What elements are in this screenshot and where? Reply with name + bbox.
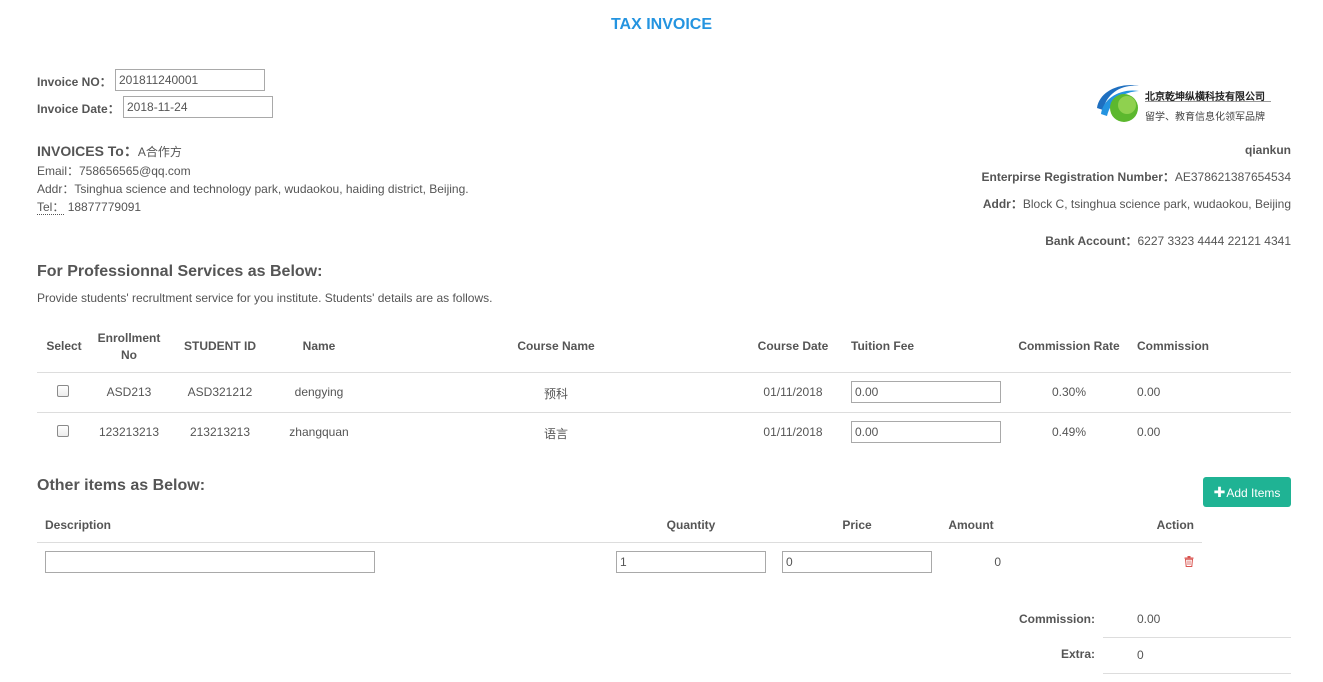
invoice-no-label: Invoice NO：: [37, 75, 112, 89]
row-commission: 0.00: [1137, 425, 1161, 439]
tuition-fee-input[interactable]: [851, 421, 1001, 443]
col-enrollment-line1: Enrollment: [97, 331, 161, 345]
col-enrollment-line2: No: [121, 348, 137, 362]
company-address: Addr：Block C, tsinghua science park, wud…: [983, 195, 1291, 212]
col-commission-rate: Commission Rate: [1018, 339, 1120, 353]
col-student-id: STUDENT ID: [184, 339, 256, 353]
row-commission: 0.00: [1137, 385, 1161, 399]
add-items-label: Add Items: [1226, 486, 1281, 500]
trash-icon[interactable]: [1184, 556, 1194, 567]
row-select-checkbox[interactable]: [57, 425, 69, 437]
row-student-id: 213213213: [189, 425, 251, 439]
col-select: Select: [46, 339, 82, 353]
registration-value: AE378621387654534: [1174, 170, 1291, 184]
invoices-to: INVOICES To：A合作方: [37, 141, 182, 161]
add-items-button[interactable]: ✚Add Items: [1203, 477, 1291, 507]
col-enrollment: Enrollment No: [91, 331, 167, 362]
col-course-date: Course Date: [757, 339, 829, 353]
row-course-name: 预科: [543, 387, 568, 401]
col-quantity: Quantity: [666, 518, 716, 532]
other-items-heading: Other items as Below:: [37, 477, 206, 494]
logo-slogan: 留学、教育信息化领军品牌: [1145, 112, 1265, 123]
bank-account: Bank Account：6227 3323 4444 22121 4341: [1045, 232, 1291, 249]
tuition-fee-input[interactable]: [851, 381, 1001, 403]
row-commission-rate: 0.49%: [1051, 425, 1087, 439]
company-addr-value: Block C, tsinghua science park, wudaokou…: [1022, 197, 1291, 211]
company-logo: 北京乾坤纵横科技有限公司 留学、教育信息化领军品牌: [1093, 80, 1283, 126]
row-enrollment-no: 123213213: [98, 425, 160, 439]
extra-total-label: Extra:: [1060, 647, 1095, 661]
invoice-no-input[interactable]: [115, 69, 265, 91]
row-name: zhangquan: [289, 425, 349, 439]
col-description: Description: [45, 518, 112, 532]
invoice-date-input[interactable]: [123, 96, 273, 118]
plus-icon: ✚: [1213, 484, 1226, 500]
row-course-date: 01/11/2018: [763, 385, 823, 399]
amount-value: 0: [994, 555, 1001, 569]
col-name: Name: [302, 339, 336, 353]
row-course-date: 01/11/2018: [763, 425, 823, 439]
bank-value: 6227 3323 4444 22121 4341: [1137, 234, 1292, 248]
tel-value: 18877779091: [67, 200, 142, 214]
bank-label: Bank Account：: [1045, 234, 1138, 248]
services-heading: For Professionnal Services as Below:: [37, 263, 323, 280]
row-name: dengying: [294, 385, 344, 399]
row-student-id: ASD321212: [187, 385, 253, 399]
col-action: Action: [1156, 518, 1194, 532]
client-tel: Tel： 18877779091: [37, 198, 141, 215]
company-name: qiankun: [1244, 143, 1291, 157]
invoice-date-label: Invoice Date：: [37, 102, 120, 116]
quantity-input[interactable]: [616, 551, 766, 573]
company-addr-label: Addr：: [982, 197, 1023, 211]
extra-total-value: 0: [1137, 648, 1144, 662]
registration-label: Enterpirse Registration Number：: [981, 170, 1175, 184]
col-price: Price: [842, 518, 872, 532]
services-description: Provide students' recrultment service fo…: [37, 291, 493, 305]
price-input[interactable]: [782, 551, 932, 573]
tel-label: Tel：: [37, 200, 65, 215]
invoices-to-name: A合作方: [137, 145, 182, 159]
client-address: Addr：Tsinghua science and technology par…: [37, 182, 469, 196]
col-tuition-fee: Tuition Fee: [851, 339, 915, 353]
col-amount: Amount: [948, 518, 994, 532]
row-commission-rate: 0.30%: [1051, 385, 1087, 399]
col-course-name: Course Name: [517, 339, 595, 353]
description-input[interactable]: [45, 551, 375, 573]
commission-total-label: Commission:: [1018, 612, 1095, 626]
invoices-to-label: INVOICES To：: [37, 143, 138, 159]
commission-total-value: 0.00: [1137, 612, 1161, 626]
row-enrollment-no: ASD213: [106, 385, 152, 399]
client-email: Email：758656565@qq.com: [37, 164, 191, 178]
col-commission: Commission: [1137, 339, 1210, 353]
page-title: TAX INVOICE: [610, 16, 713, 33]
row-select-checkbox[interactable]: [57, 385, 69, 397]
registration-number: Enterpirse Registration Number：AE3786213…: [982, 168, 1292, 185]
row-course-name: 语言: [543, 427, 568, 441]
logo-mark-icon: [1097, 85, 1139, 122]
